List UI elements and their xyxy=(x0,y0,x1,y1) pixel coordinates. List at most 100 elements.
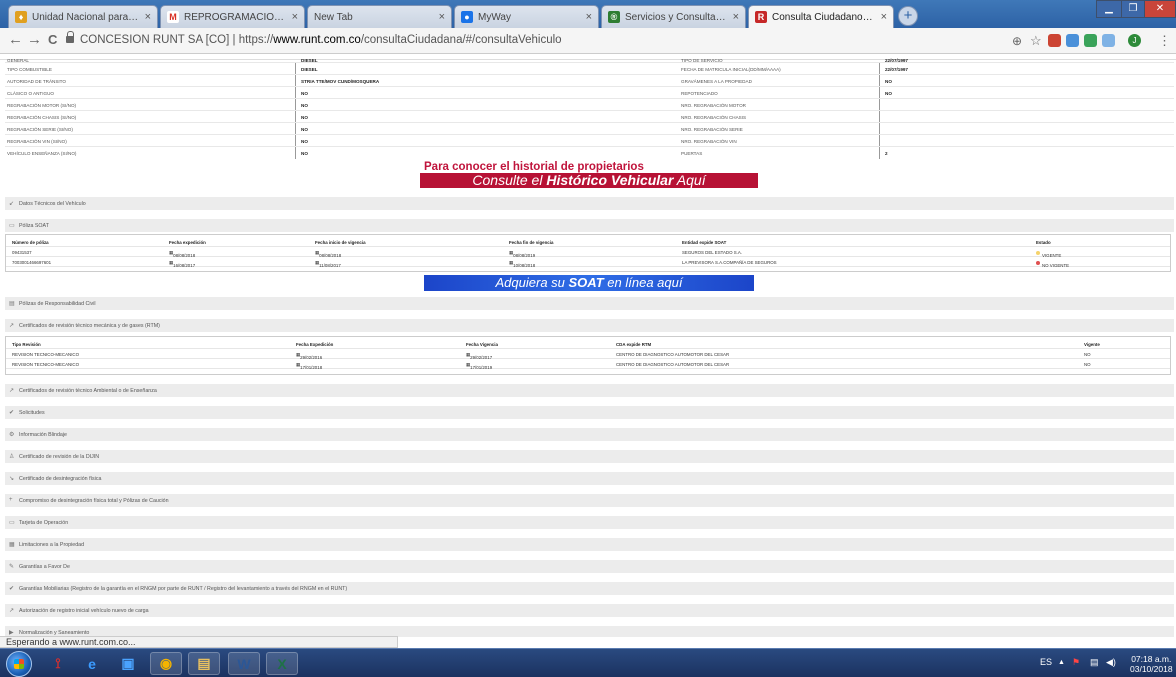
new-tab-button[interactable]: + xyxy=(898,6,918,26)
column-header: Entidad expide SOAT xyxy=(682,240,727,245)
taskbar-chrome-icon[interactable]: ◉ xyxy=(150,652,182,675)
arrow-icon: ↗ xyxy=(9,323,15,329)
taskbar-acrobat-icon[interactable]: ⟟ xyxy=(42,652,74,675)
browser-menu-icon[interactable]: ⋮ xyxy=(1158,33,1171,49)
row-label: PUERTAS xyxy=(681,151,703,156)
start-button[interactable] xyxy=(6,651,32,677)
taskbar-explorer-icon[interactable]: ▤ xyxy=(188,652,220,675)
volume-icon[interactable]: ◀) xyxy=(1106,657,1116,668)
cell-fecha-expedicion: ▦ 29/02/2016 xyxy=(296,352,323,360)
section-label: Pólizas de Responsabilidad Civil xyxy=(19,301,96,307)
history-banner-link[interactable]: Consulte el Histórico Vehicular Aquí xyxy=(420,173,758,188)
extension-icon[interactable] xyxy=(1066,34,1079,47)
status-dot-icon xyxy=(1036,250,1040,255)
section-tarjeta-operacion[interactable]: ▭ Tarjeta de Operación xyxy=(5,516,1174,529)
cell-fecha-inicio: ▦ 11/08/2017 xyxy=(315,260,341,268)
soat-table: Número de póliza Fecha expedición Fecha … xyxy=(5,234,1171,272)
tab-close-icon[interactable]: × xyxy=(881,11,887,23)
section-compromiso[interactable]: + Compromiso de desintegración física tot… xyxy=(5,494,1174,507)
row-value: 2 xyxy=(885,151,888,156)
status-bubble: Esperando a www.runt.com.co... xyxy=(0,636,398,648)
row-value: STRIA TTE/MOV CUND/MOSQUERA xyxy=(301,79,380,84)
cell-fecha-vigencia: ▦ 29/02/2017 xyxy=(466,352,493,360)
reload-icon[interactable]: C xyxy=(48,32,57,48)
language-indicator[interactable]: ES xyxy=(1040,657,1052,667)
extension-icon[interactable] xyxy=(1084,34,1097,47)
cell-tipo: REVISION TECNICO-MECANICO xyxy=(12,362,80,367)
forward-icon[interactable]: → xyxy=(27,32,42,48)
tab-close-icon[interactable]: × xyxy=(733,11,739,23)
cell-poliza: 7003001466697601 xyxy=(12,260,52,265)
tab-close-icon[interactable]: × xyxy=(439,11,445,23)
minimize-icon[interactable]: ▁ xyxy=(1096,0,1122,18)
taskbar-excel-icon[interactable]: X xyxy=(266,652,298,675)
tab-close-icon[interactable]: × xyxy=(586,11,592,23)
tab-close-icon[interactable]: × xyxy=(292,11,298,23)
table-row: REVISION TECNICO-MECANICO ▦ 17/01/2018 ▦… xyxy=(6,359,1170,370)
tab-favicon-icon: ♦ xyxy=(15,11,27,23)
cell-estado: VIGENTE xyxy=(1036,250,1061,258)
row-value: NO xyxy=(301,103,308,108)
section-autorizacion-carga[interactable]: ↗ Autorización de registro inicial vehícu… xyxy=(5,604,1174,617)
section-dijin[interactable]: ♙ Certificado de revisión de la DIJIN xyxy=(5,450,1174,463)
cell-fecha-fin: ▦ 10/08/2018 xyxy=(509,260,536,268)
section-label: Póliza SOAT xyxy=(19,223,49,229)
browser-tab-strip: ♦ Unidad Nacional para la Gestión × M RE… xyxy=(0,0,1176,28)
tab-close-icon[interactable]: × xyxy=(145,11,151,23)
column-header: Fecha Expedición xyxy=(296,342,334,347)
section-desintegracion[interactable]: ↘ Certificado de desintegración física xyxy=(5,472,1174,485)
bookmark-star-icon[interactable]: ☆ xyxy=(1030,33,1042,49)
row-label: REGRABACIÓN MOTOR (SI/NO) xyxy=(7,103,77,108)
taskbar-internet-explorer-icon[interactable]: e xyxy=(76,652,108,675)
section-rtm[interactable]: ↗ Certificados de revisión técnico mecán… xyxy=(5,319,1174,332)
row-value: DIESEL xyxy=(301,67,318,72)
row-label: REGRABACIÓN VIN (SI/NO) xyxy=(7,139,67,144)
flag-icon[interactable]: ⚑ xyxy=(1072,657,1080,668)
banner-text-bold: Histórico Vehicular xyxy=(546,172,674,188)
tray-expand-icon[interactable]: ▲ xyxy=(1058,659,1065,666)
row-label: NRO. REGRABACIÓN SERIE xyxy=(681,127,743,132)
section-blindaje[interactable]: ⚙ Información Blindaje xyxy=(5,428,1174,441)
tab-unidad-nacional[interactable]: ♦ Unidad Nacional para la Gestión × xyxy=(8,5,158,28)
tab-new-tab[interactable]: New Tab × xyxy=(307,5,452,28)
gmail-icon: M xyxy=(167,11,179,23)
section-polizas-rc[interactable]: ▤ Pólizas de Responsabilidad Civil xyxy=(5,297,1174,310)
url-path: /consultaCiudadana/#/consultaVehiculo xyxy=(360,34,562,46)
zoom-icon[interactable]: ⊕ xyxy=(1012,33,1022,49)
section-datos-tecnicos[interactable]: ↙ Datos Técnicos del Vehículo xyxy=(5,197,1174,210)
extension-icon[interactable] xyxy=(1102,34,1115,47)
section-certificados-ambiental[interactable]: ↗ Certificados de revisión técnico Ambien… xyxy=(5,384,1174,397)
taskbar-word-icon[interactable]: W xyxy=(228,652,260,675)
extension-icon[interactable] xyxy=(1048,34,1061,47)
section-solicitudes[interactable]: ✔ Solicitudes xyxy=(5,406,1174,419)
tab-title: MyWay xyxy=(478,11,511,23)
network-icon[interactable]: ▤ xyxy=(1090,657,1099,668)
tab-reprogramacion[interactable]: M REPROGRAMACION SEGUIMIEN × xyxy=(160,5,305,28)
clock[interactable]: 07:18 a.m. 03/10/2018 xyxy=(1130,654,1173,674)
column-header: Tipo Revisión xyxy=(12,342,41,347)
maximize-icon[interactable]: ❐ xyxy=(1121,0,1145,18)
taskbar-media-icon[interactable]: ▣ xyxy=(112,652,144,675)
url-field[interactable]: CONCESION RUNT SA [CO] | https://www.run… xyxy=(80,34,562,46)
tab-myway[interactable]: ● MyWay × xyxy=(454,5,599,28)
tab-consulta-runt[interactable]: R Consulta Ciudadano - RUNT × xyxy=(748,5,894,28)
close-window-icon[interactable]: ✕ xyxy=(1144,0,1176,18)
row-value: NO xyxy=(301,151,308,156)
profile-avatar[interactable]: J xyxy=(1128,34,1141,47)
section-icon: ✔ xyxy=(9,410,15,416)
section-icon: ↗ xyxy=(9,388,15,394)
section-limitaciones[interactable]: ▦ Limitaciones a la Propiedad xyxy=(5,538,1174,551)
cell-text: 17/01/2019 xyxy=(470,365,493,370)
row-label: REGRABACIÓN CHASIS (SI/NO) xyxy=(7,115,77,120)
section-icon: ▦ xyxy=(9,542,15,548)
section-garantias[interactable]: ✎ Garantías a Favor De xyxy=(5,560,1174,573)
cell-text: 10/08/2018 xyxy=(513,263,536,268)
cell-text: 16/08/2017 xyxy=(173,263,196,268)
back-icon[interactable]: ← xyxy=(8,32,23,48)
section-label: Certificado de desintegración física xyxy=(19,476,102,482)
section-poliza-soat[interactable]: ▭ Póliza SOAT xyxy=(5,219,1174,232)
soat-banner-link[interactable]: Adquiera su SOAT en línea aquí xyxy=(424,275,754,291)
cell-cda: CENTRO DE DIAGNOSTICO AUTOMOTOR DEL CESA… xyxy=(616,362,730,367)
section-garantias-mobiliarias[interactable]: ✔ Garantías Mobiliarias (Registro de la g… xyxy=(5,582,1174,595)
tab-servicios-consultas[interactable]: ® Servicios y Consultas en Línea | M × xyxy=(601,5,746,28)
